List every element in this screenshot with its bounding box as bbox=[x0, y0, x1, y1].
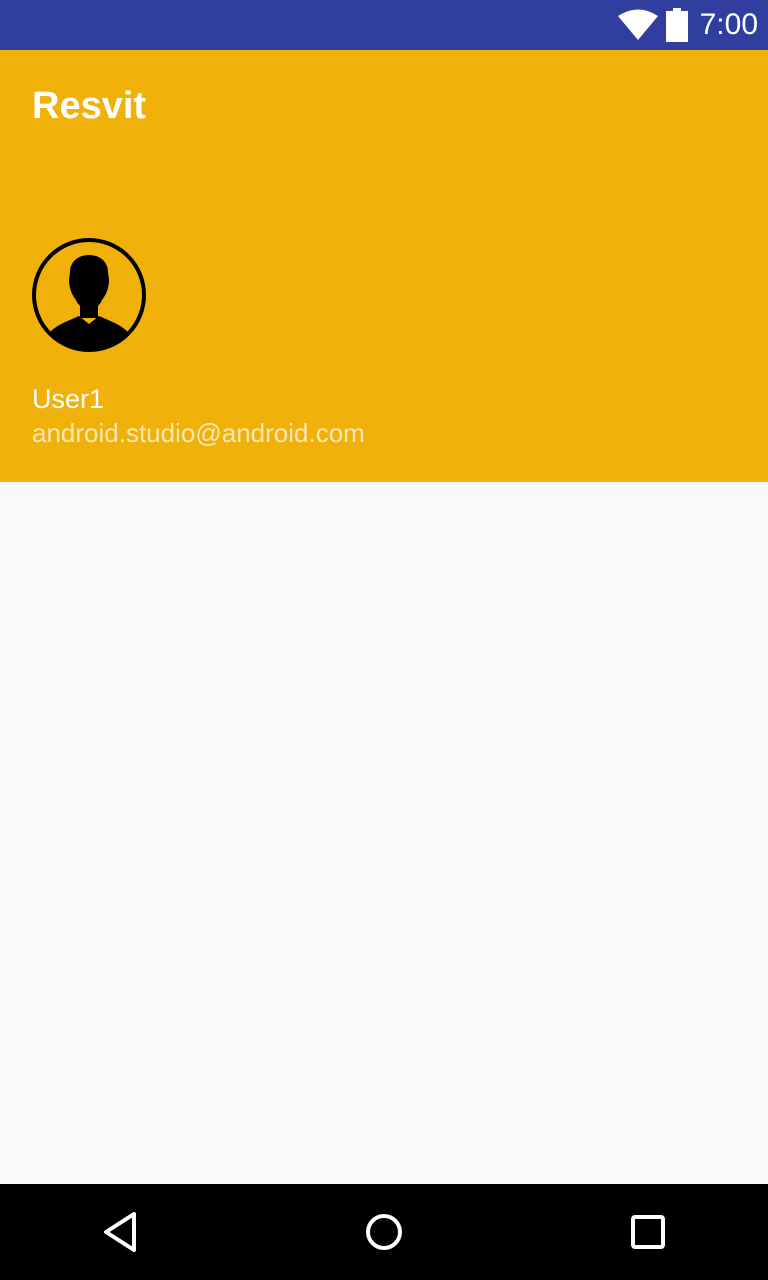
recents-square-icon bbox=[631, 1215, 665, 1249]
status-time: 7:00 bbox=[699, 8, 758, 41]
app-title: Resvit bbox=[32, 85, 147, 127]
drawer-header: Resvit User1 android.studio@android.com bbox=[0, 50, 768, 482]
wifi-icon bbox=[617, 9, 658, 40]
user-email: android.studio@android.com bbox=[32, 418, 365, 448]
user-name: User1 bbox=[32, 384, 105, 414]
recents-button[interactable] bbox=[600, 1184, 696, 1280]
status-icons: 7:00 bbox=[617, 0, 758, 50]
battery-icon bbox=[665, 8, 688, 42]
status-bar: 7:00 bbox=[0, 0, 768, 50]
home-button[interactable] bbox=[336, 1184, 432, 1280]
back-triangle-icon bbox=[104, 1212, 136, 1252]
navigation-bar bbox=[0, 1184, 768, 1280]
person-avatar-icon[interactable] bbox=[32, 238, 146, 352]
back-button[interactable] bbox=[72, 1184, 168, 1280]
drawer-content bbox=[0, 482, 768, 1184]
home-circle-icon bbox=[366, 1214, 402, 1250]
